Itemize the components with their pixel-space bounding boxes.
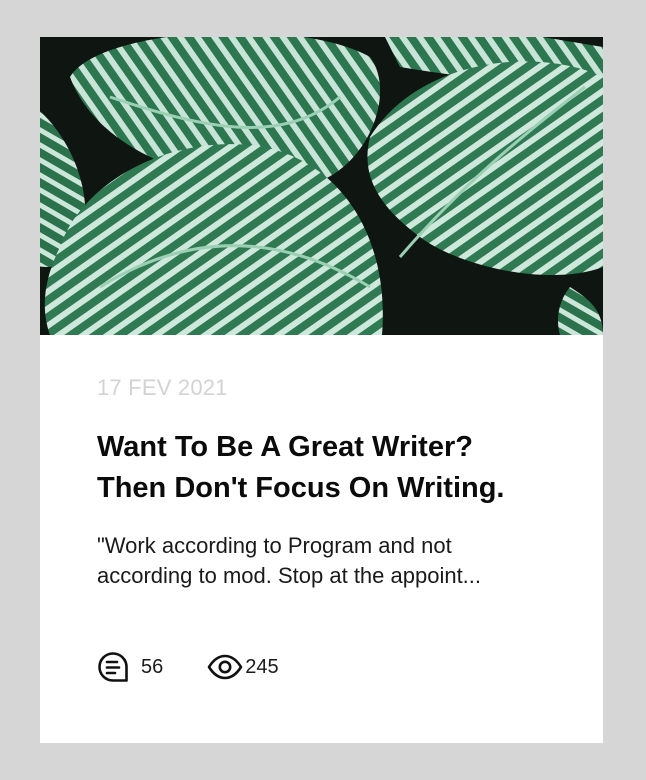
- eye-icon: [207, 651, 243, 683]
- post-title-line-1: Want To Be A Great Writer?: [97, 431, 473, 463]
- post-stats: 56 245: [97, 651, 279, 683]
- post-date: 17 FEV 2021: [97, 375, 228, 400]
- comment-icon: [97, 651, 129, 683]
- views-stat[interactable]: 245: [207, 651, 279, 683]
- post-cover-image[interactable]: [40, 37, 603, 335]
- comments-stat[interactable]: 56: [97, 651, 163, 683]
- post-title[interactable]: Want To Be A Great Writer? Then Don't Fo…: [97, 427, 577, 509]
- post-excerpt-line-2: according to mod. Stop at the appoint...: [97, 563, 482, 588]
- comments-count: 56: [141, 655, 164, 678]
- post-card[interactable]: 17 FEV 2021 Want To Be A Great Writer? T…: [40, 37, 603, 743]
- post-excerpt: "Work according to Program and not accor…: [97, 531, 567, 591]
- leaves-illustration: [40, 37, 603, 335]
- views-count: 245: [245, 655, 279, 678]
- post-excerpt-line-1: "Work according to Program and not: [97, 533, 452, 558]
- post-title-line-2: Then Don't Focus On Writing.: [97, 472, 505, 504]
